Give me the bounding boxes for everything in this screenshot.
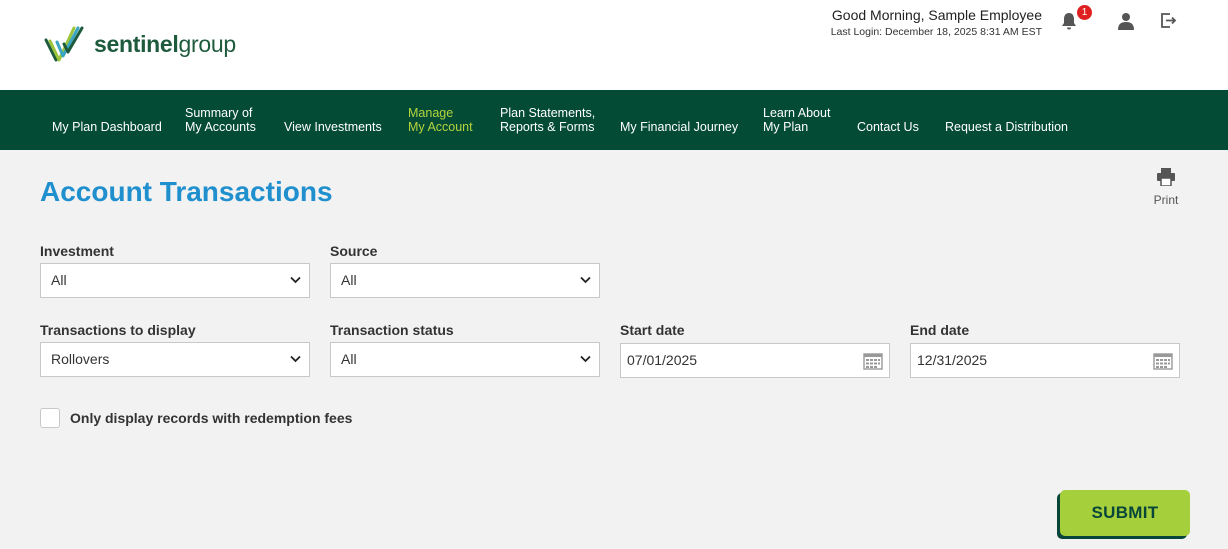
logout-icon[interactable] — [1160, 12, 1177, 29]
end-date-label: End date — [910, 322, 970, 338]
nav-item-my-financial-journey[interactable]: My Financial Journey — [620, 90, 738, 150]
logo-text-light: group — [178, 30, 237, 57]
user-icon[interactable] — [1117, 12, 1135, 30]
last-login-text: Last Login: December 18, 2025 8:31 AM ES… — [830, 26, 1042, 38]
printer-icon — [1157, 168, 1175, 187]
nav-item-line2: My Financial Journey — [620, 120, 739, 134]
nav-item-line2: Request a Distribution — [945, 120, 1068, 134]
logo-text: sentinelgroup — [94, 30, 237, 57]
print-label: Print — [1153, 193, 1179, 207]
nav-item-line2: My Plan — [763, 120, 809, 134]
nav-item-line2: Contact Us — [857, 120, 919, 134]
nav-item-contact-us[interactable]: Contact Us — [857, 90, 919, 150]
main-navigation: My Plan Dashboard Summary of My Accounts … — [0, 90, 1228, 150]
transactions-to-display-label: Transactions to display — [40, 322, 196, 338]
bell-icon[interactable] — [1059, 11, 1079, 31]
nav-item-line2: View Investments — [284, 120, 382, 134]
nav-item-learn-about-my-plan[interactable]: Learn About My Plan — [763, 90, 830, 150]
nav-item-view-investments[interactable]: View Investments — [284, 90, 382, 150]
nav-item-line1: Plan Statements, — [500, 106, 596, 120]
chevron-down-icon — [290, 355, 301, 363]
chevron-down-icon — [580, 355, 591, 363]
transaction-status-label: Transaction status — [330, 322, 454, 338]
nav-item-plan-statements[interactable]: Plan Statements, Reports & Forms — [500, 90, 595, 150]
calendar-icon[interactable] — [863, 352, 883, 370]
page-title: Account Transactions — [40, 176, 333, 207]
greeting-text: Good Morning, Sample Employee — [831, 7, 1042, 23]
investment-select[interactable]: All — [40, 263, 310, 298]
start-date-label: Start date — [620, 322, 685, 338]
nav-item-request-a-distribution[interactable]: Request a Distribution — [945, 90, 1068, 150]
nav-item-line2: Reports & Forms — [500, 120, 595, 134]
transactions-to-display-select[interactable]: Rollovers — [40, 342, 310, 377]
logo[interactable]: sentinelgroup — [44, 26, 236, 62]
nav-item-manage-my-account[interactable]: Manage My Account — [408, 90, 473, 150]
end-date-input[interactable]: 12/31/2025 — [910, 343, 1180, 378]
nav-item-line1: Summary of — [185, 106, 253, 120]
source-select[interactable]: All — [330, 263, 600, 298]
calendar-icon[interactable] — [1153, 352, 1173, 370]
chevron-down-icon — [290, 276, 301, 284]
transactions-to-display-value: Rollovers — [51, 351, 110, 367]
chevron-down-icon — [580, 276, 591, 284]
investment-select-value: All — [51, 272, 67, 288]
nav-item-line2: My Account — [408, 120, 473, 134]
start-date-value: 07/01/2025 — [627, 352, 698, 368]
logo-mark-icon — [44, 26, 84, 62]
user-greeting: Good Morning, Sample Employee Last Login… — [831, 7, 1042, 38]
nav-item-line2: My Plan Dashboard — [52, 120, 162, 134]
transaction-status-select[interactable]: All — [330, 342, 600, 377]
nav-item-line1: Learn About — [763, 106, 831, 120]
source-label: Source — [330, 243, 378, 259]
redemption-fees-label[interactable]: Only display records with redemption fee… — [70, 410, 352, 426]
notification-badge[interactable]: 1 — [1077, 5, 1092, 20]
nav-item-line2: My Accounts — [185, 120, 256, 134]
start-date-input[interactable]: 07/01/2025 — [620, 343, 890, 378]
nav-item-my-plan-dashboard[interactable]: My Plan Dashboard — [52, 90, 162, 150]
nav-item-line1: Manage — [408, 106, 454, 120]
header: sentinelgroup Good Morning, Sample Emplo… — [0, 0, 1228, 90]
source-select-value: All — [341, 272, 357, 288]
logo-text-bold: sentinel — [94, 30, 179, 57]
end-date-value: 12/31/2025 — [917, 352, 988, 368]
redemption-fees-checkbox[interactable] — [40, 408, 60, 428]
investment-label: Investment — [40, 243, 114, 259]
print-button[interactable]: Print — [1150, 168, 1182, 207]
submit-button[interactable]: SUBMIT — [1060, 490, 1190, 536]
transaction-status-value: All — [341, 351, 357, 367]
nav-item-summary-of-my-accounts[interactable]: Summary of My Accounts — [185, 90, 256, 150]
